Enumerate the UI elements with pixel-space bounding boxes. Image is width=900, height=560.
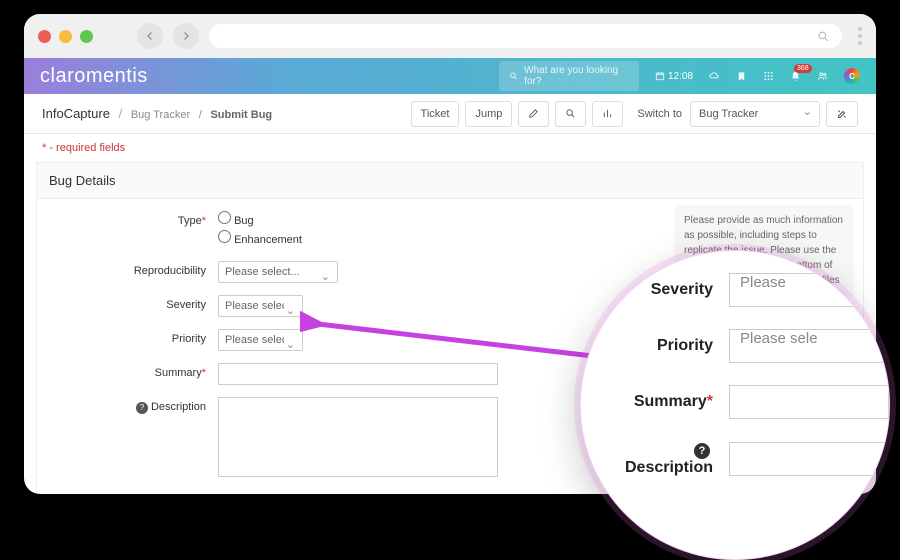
global-search[interactable]: What are you looking for? bbox=[499, 61, 639, 91]
summary-label: Summary* bbox=[53, 363, 218, 379]
tools-button[interactable] bbox=[826, 101, 858, 127]
ticket-button[interactable]: Ticket bbox=[411, 101, 460, 127]
edit-button[interactable] bbox=[518, 101, 549, 127]
avatar[interactable]: C bbox=[844, 68, 860, 84]
users-icon[interactable] bbox=[817, 71, 828, 82]
zoom-summary-input bbox=[729, 385, 889, 419]
zoom-description-input bbox=[729, 442, 889, 476]
close-dot[interactable] bbox=[38, 30, 51, 43]
cloud-icon[interactable] bbox=[709, 71, 720, 82]
clock[interactable]: 12:08 bbox=[655, 71, 693, 82]
traffic-lights bbox=[38, 30, 93, 43]
search-button[interactable] bbox=[555, 101, 586, 127]
zoom-priority-label: Priority bbox=[609, 337, 729, 355]
type-label: Type* bbox=[53, 211, 218, 227]
forward-button[interactable] bbox=[173, 23, 199, 49]
window-chrome bbox=[24, 14, 876, 58]
magnifier-overlay: Severity Please Priority Please sele Sum… bbox=[580, 250, 890, 560]
zoom-summary-label: Summary* bbox=[609, 393, 729, 411]
switch-label: Switch to bbox=[637, 108, 682, 120]
breadcrumb-bar: InfoCapture / Bug Tracker / Submit Bug T… bbox=[24, 94, 876, 134]
search-icon bbox=[817, 30, 830, 43]
calendar-icon bbox=[655, 71, 665, 81]
bookmark-icon[interactable] bbox=[736, 71, 747, 82]
switch-select[interactable]: Bug Tracker bbox=[690, 101, 820, 127]
repro-select[interactable]: Please select... bbox=[218, 261, 338, 283]
breadcrumb-root[interactable]: InfoCapture bbox=[42, 106, 110, 121]
app-header: claromentis What are you looking for? 12… bbox=[24, 58, 876, 94]
search-icon bbox=[509, 71, 518, 81]
help-icon: ? bbox=[694, 443, 710, 459]
breadcrumb-leaf: Submit Bug bbox=[210, 109, 272, 121]
priority-label: Priority bbox=[53, 329, 218, 345]
notification-badge: 368 bbox=[794, 64, 812, 73]
browser-menu-icon[interactable] bbox=[858, 27, 862, 45]
edit-icon bbox=[528, 108, 539, 119]
type-enh-radio[interactable]: Enhancement bbox=[218, 230, 302, 246]
tools-icon bbox=[836, 108, 848, 120]
required-note: * - required fields bbox=[24, 134, 876, 162]
summary-input[interactable] bbox=[218, 363, 498, 385]
description-textarea[interactable] bbox=[218, 397, 498, 477]
help-icon[interactable]: ? bbox=[136, 402, 148, 414]
minimize-dot[interactable] bbox=[59, 30, 72, 43]
priority-select[interactable]: Please select... bbox=[218, 329, 303, 351]
toolbar: Ticket Jump Switch to Bug Tracker bbox=[411, 101, 858, 127]
breadcrumb: InfoCapture / Bug Tracker / Submit Bug bbox=[42, 106, 272, 121]
severity-label: Severity bbox=[53, 295, 218, 311]
type-bug-radio[interactable]: Bug bbox=[218, 211, 302, 227]
repro-label: Reproducibility bbox=[53, 261, 218, 277]
apps-icon[interactable] bbox=[763, 71, 774, 82]
chart-button[interactable] bbox=[592, 101, 623, 127]
bell-icon[interactable]: 368 bbox=[790, 71, 801, 82]
description-label: ?Description bbox=[53, 397, 218, 414]
back-button[interactable] bbox=[137, 23, 163, 49]
panel-title: Bug Details bbox=[37, 163, 863, 199]
maximize-dot[interactable] bbox=[80, 30, 93, 43]
zoom-description-label: ? Description bbox=[609, 441, 729, 477]
search-placeholder: What are you looking for? bbox=[524, 65, 629, 87]
severity-select[interactable]: Please select... bbox=[218, 295, 303, 317]
chart-icon bbox=[602, 108, 613, 119]
address-bar[interactable] bbox=[209, 24, 842, 48]
breadcrumb-mid[interactable]: Bug Tracker bbox=[131, 109, 190, 121]
brand-logo[interactable]: claromentis bbox=[40, 65, 148, 88]
jump-button[interactable]: Jump bbox=[465, 101, 512, 127]
search-icon bbox=[565, 108, 576, 119]
zoom-priority-select: Please sele bbox=[729, 329, 889, 363]
